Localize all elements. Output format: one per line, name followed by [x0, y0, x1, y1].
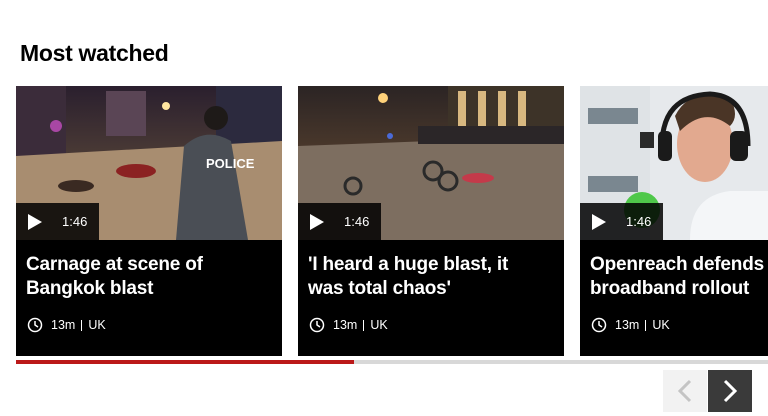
carousel-progress-fill [16, 360, 355, 364]
video-carousel: POLICE 1:46 Carnage at scene of Bangkok … [16, 86, 768, 356]
meta-divider [645, 319, 647, 331]
time-ago: 13m [333, 318, 358, 332]
section-tag[interactable]: UK [652, 318, 669, 332]
video-duration[interactable]: 1:46 [298, 203, 382, 240]
card-meta: 13m UK [27, 317, 106, 333]
video-card[interactable]: POLICE 1:46 Carnage at scene of Bangkok … [16, 86, 282, 356]
card-meta: 13m UK [591, 317, 670, 333]
clock-icon [309, 317, 325, 333]
video-card[interactable]: 1:46 'I heard a huge blast, it was total… [298, 86, 564, 356]
chevron-right-icon [723, 379, 738, 403]
section-tag[interactable]: UK [370, 318, 387, 332]
duration-label: 1:46 [344, 214, 370, 229]
video-duration[interactable]: 1:46 [580, 203, 664, 240]
duration-label: 1:46 [626, 214, 652, 229]
chevron-left-icon [677, 379, 692, 403]
carousel-progress-track [16, 360, 768, 364]
play-icon[interactable] [298, 203, 336, 240]
duration-label: 1:46 [62, 214, 88, 229]
card-headline[interactable]: Carnage at scene of Bangkok blast [26, 253, 276, 301]
clock-icon [27, 317, 43, 333]
video-duration[interactable]: 1:46 [16, 203, 100, 240]
section-tag[interactable]: UK [88, 318, 105, 332]
time-ago: 13m [51, 318, 76, 332]
next-button[interactable] [708, 370, 752, 412]
meta-divider [363, 319, 365, 331]
clock-icon [591, 317, 607, 333]
meta-divider [81, 319, 83, 331]
card-meta: 13m UK [309, 317, 388, 333]
svg-text:POLICE: POLICE [206, 156, 255, 171]
section-title: Most watched [20, 40, 169, 66]
video-card[interactable]: 1:46 Openreach defends broadband rollout… [580, 86, 768, 356]
play-icon[interactable] [580, 203, 618, 240]
card-headline[interactable]: 'I heard a huge blast, it was total chao… [308, 253, 558, 301]
previous-button[interactable] [663, 370, 707, 412]
play-icon[interactable] [16, 203, 54, 240]
time-ago: 13m [615, 318, 640, 332]
card-headline[interactable]: Openreach defends broadband rollout [590, 253, 768, 301]
